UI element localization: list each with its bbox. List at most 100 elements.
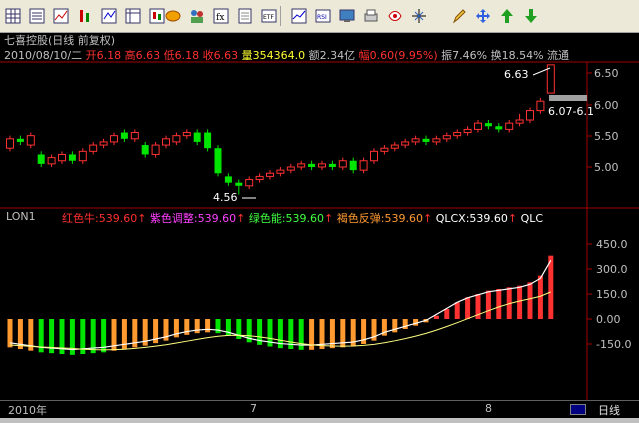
lon-bar: [496, 289, 502, 319]
candle-body-up: [47, 157, 56, 165]
low-value: 6.18: [174, 49, 200, 62]
legend-green-energy: 绿色能:539.60: [248, 212, 325, 225]
chart-area[interactable]: 七喜控股(日线 前复权) 2010/08/10/二 开6.18 高6.63 低6…: [0, 34, 639, 400]
compare-icon[interactable]: [99, 6, 119, 26]
rsi-icon[interactable]: RSI: [313, 6, 333, 26]
candle-body-up: [359, 160, 368, 171]
candle-body-up: [99, 141, 108, 146]
candle-body-up: [78, 150, 87, 162]
candle-body-down: [141, 145, 149, 155]
candle-body-up: [390, 144, 399, 149]
candle-body-down: [16, 138, 24, 142]
candle-body-down: [37, 154, 45, 164]
period-label[interactable]: 日线: [598, 402, 620, 418]
candle-body-up: [6, 138, 14, 149]
last-price-label: 6.07-6.1: [548, 105, 594, 118]
candle-body-down: [484, 123, 492, 127]
ind-tick-1: 450.0: [596, 238, 628, 251]
trend-icon[interactable]: [51, 6, 71, 26]
stock-title: 七喜控股(日线 前复权): [4, 34, 116, 47]
candle-body-down: [120, 132, 128, 139]
candle-body-up: [26, 135, 35, 146]
lon-bar: [444, 309, 450, 319]
candle-body-up: [318, 163, 326, 168]
amt-label: 额: [308, 49, 320, 62]
high-value: 6.63: [135, 49, 161, 62]
price-tick-1: 6.50: [594, 67, 619, 80]
screen-icon[interactable]: [337, 6, 357, 26]
table-icon[interactable]: [123, 6, 143, 26]
candle-body-up: [453, 132, 462, 137]
candle-body-down: [224, 176, 232, 183]
legend-red-bull: 红色牛:539.60: [62, 212, 138, 225]
lon-bar: [527, 282, 533, 319]
lon-bar: [402, 319, 408, 329]
scroll-indicator[interactable]: [570, 404, 586, 415]
turn-value: 18.54%: [501, 49, 544, 62]
candle-body-up: [432, 138, 441, 143]
candle-body-up: [536, 100, 545, 112]
flow-label: 流通: [547, 49, 570, 62]
amt-value: 2.34亿: [319, 49, 356, 62]
close-label: 收: [202, 49, 214, 62]
ohlc-line: 2010/08/10/二 开6.18 高6.63 低6.18 收6.63 量35…: [4, 47, 569, 63]
last-price-box: [549, 95, 587, 101]
toolbar: fx ETF RSI: [0, 0, 639, 33]
date-text: 2010/08/10/二: [4, 49, 83, 62]
open-label: 开: [85, 49, 97, 62]
lon-bar: [205, 319, 211, 333]
lon-bar: [194, 319, 200, 334]
price-tick-2: 6.00: [594, 99, 619, 112]
grid-icon[interactable]: [3, 6, 23, 26]
coin-icon[interactable]: [163, 6, 183, 26]
time-label-aug: 8: [485, 402, 492, 415]
vol-value: 354364.0: [252, 49, 306, 62]
fx-icon[interactable]: fx: [211, 6, 231, 26]
pen-icon[interactable]: [449, 6, 469, 26]
zoom-icon[interactable]: [409, 6, 429, 26]
candle-body-up: [515, 119, 524, 124]
price-tick-3: 5.50: [594, 130, 619, 143]
arrow-down-icon[interactable]: [521, 6, 541, 26]
print-icon[interactable]: [361, 6, 381, 26]
candle-body-up: [162, 138, 170, 146]
legend-purple-adjust: 紫色调整:539.60: [149, 212, 237, 225]
candle-body-down: [68, 154, 76, 161]
candle-body-up: [401, 141, 410, 146]
vol-label: 量: [241, 49, 253, 62]
time-label-year: 2010年: [8, 404, 47, 417]
candle-body-up: [338, 160, 347, 168]
open-value: 6.18: [96, 49, 122, 62]
move-icon[interactable]: [473, 6, 493, 26]
bottom-tabs-strip[interactable]: [0, 418, 639, 423]
candle-body-up: [297, 163, 306, 168]
info-icon[interactable]: [385, 6, 405, 26]
candle-body-up: [58, 153, 66, 162]
list-icon[interactable]: [27, 6, 47, 26]
lon-bar: [454, 302, 460, 319]
high-marker: 6.63: [504, 68, 529, 81]
legend-qlc: QLC: [520, 212, 544, 225]
lon-bar: [485, 290, 491, 319]
amp-value: 7.46%: [452, 49, 488, 62]
candle-body-up: [151, 144, 160, 155]
lon-bar: [537, 275, 543, 319]
turn-label: 换: [490, 49, 502, 62]
people-icon[interactable]: [187, 6, 207, 26]
candle-body-up: [130, 132, 139, 140]
etf-icon[interactable]: ETF: [259, 6, 279, 26]
doc-icon[interactable]: [235, 6, 255, 26]
candle-body-up: [89, 144, 98, 152]
amp-label: 振: [441, 49, 453, 62]
bar-chart-icon[interactable]: [75, 6, 95, 26]
arrow-up-icon[interactable]: [497, 6, 517, 26]
ind-tick-5: -150.0: [596, 338, 632, 351]
candle-body-up: [526, 110, 534, 121]
candle-body-down: [328, 163, 336, 167]
toolbar-separator: [280, 6, 281, 26]
candle-body-up: [370, 150, 378, 162]
kline-icon[interactable]: [289, 6, 309, 26]
candle-body-down: [422, 138, 430, 142]
candle-body-up: [266, 172, 274, 177]
candle-body-up: [276, 169, 285, 174]
